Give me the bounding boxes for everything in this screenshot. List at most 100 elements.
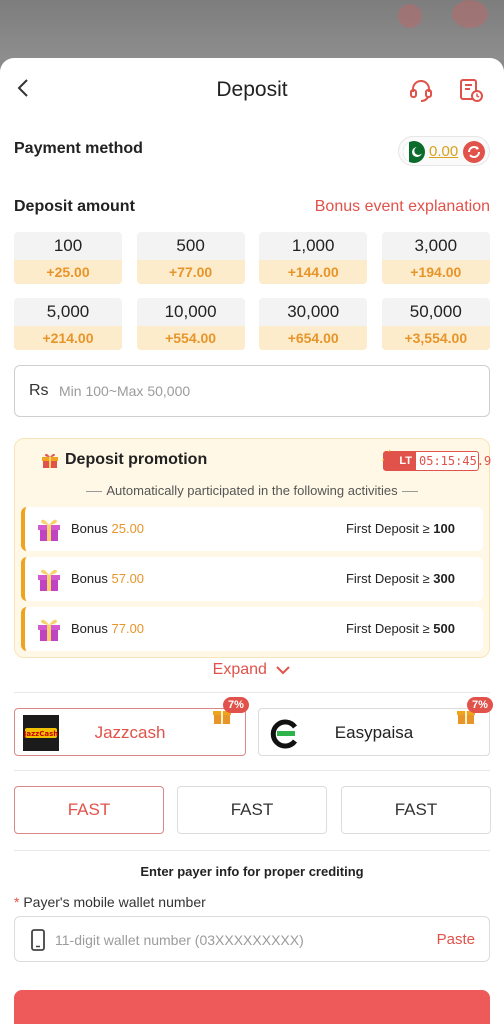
- amount-grid-row-1: 100 +25.00 500 +77.00 1,000 +144.00 3,000 +1…: [14, 232, 490, 284]
- promotion-title: Deposit promotion: [65, 451, 208, 468]
- gift-icon: [42, 453, 58, 468]
- channel-easypaisa[interactable]: Easypaisa 7%: [258, 697, 493, 756]
- lt-tag: LT: [384, 452, 416, 470]
- payment-method-row: Payment method 0.00: [14, 136, 490, 168]
- history-icon[interactable]: [458, 77, 484, 103]
- deposit-amount-label: Deposit amount: [14, 198, 135, 215]
- bonus-value: 77.00: [111, 621, 145, 636]
- bonus-value: 25.00: [111, 521, 145, 536]
- amount-value: 500: [176, 236, 205, 255]
- pakistan-flag-icon: [403, 141, 425, 163]
- amount-option[interactable]: 50,000 +3,554.00: [381, 298, 490, 350]
- amount-value: 50,000: [409, 302, 462, 321]
- bonus-event-link[interactable]: Bonus event explanation: [315, 198, 490, 216]
- balance-pill: 0.00: [398, 136, 490, 166]
- bonus-label: Bonus: [71, 571, 108, 586]
- wallet-placeholder: 11-digit wallet number (03XXXXXXXXX): [55, 932, 304, 948]
- amount-value: 1,000: [291, 236, 335, 255]
- amount-bonus: +3,554.00: [381, 326, 490, 350]
- condition-threshold: 500: [433, 621, 455, 636]
- payer-info-hint: Enter payer info for proper crediting: [140, 864, 364, 879]
- promotion-item: Bonus 25.00 First Deposit ≥ 100: [21, 507, 483, 551]
- condition-text: First Deposit ≥: [345, 571, 430, 586]
- amount-value: 100: [53, 236, 83, 255]
- condition-threshold: 100: [433, 521, 455, 536]
- promotion-bonus: Bonus 57.00: [71, 571, 144, 586]
- channel-jazzcash[interactable]: JazzCash Jazzcash 7%: [14, 697, 249, 756]
- promotion-subtitle-text: Automatically participated in the follow…: [106, 483, 398, 498]
- gift-box-icon: [38, 569, 60, 591]
- amount-bonus: +77.00: [136, 260, 245, 284]
- amount-bonus: +194.00: [381, 260, 490, 284]
- expand-label: Expand: [212, 661, 267, 678]
- amount-option[interactable]: 5,000 +214.00: [14, 298, 122, 350]
- phone-icon: [31, 929, 45, 951]
- promotion-item: Bonus 77.00 First Deposit ≥ 500: [21, 607, 483, 651]
- headset-icon[interactable]: [408, 77, 434, 103]
- wallet-number-input[interactable]: 11-digit wallet number (03XXXXXXXXX) Pas…: [14, 916, 490, 962]
- submit-button[interactable]: [14, 990, 490, 1024]
- promotion-condition: First Deposit ≥ 300: [346, 571, 455, 586]
- amount-value: 5,000: [46, 302, 90, 321]
- condition-threshold: 300: [433, 571, 455, 586]
- channel-name: Easypaisa: [334, 723, 414, 742]
- timer-value: 05:15:45.9: [419, 454, 492, 468]
- wallet-number-label: * Payer's mobile wallet number: [14, 894, 206, 910]
- deposit-promotion-card: Deposit promotion LT 05:15:45.9 Automati…: [14, 438, 491, 658]
- amount-value: 10,000: [164, 302, 217, 321]
- promotion-condition: First Deposit ≥ 100: [346, 521, 455, 536]
- bonus-percent: 7%: [467, 697, 493, 713]
- amount-bonus: +214.00: [14, 326, 122, 350]
- paste-button[interactable]: Paste: [437, 931, 475, 948]
- currency-label: Rs: [29, 382, 49, 399]
- bonus-value: 57.00: [111, 571, 145, 586]
- bonus-label: Bonus: [71, 521, 108, 536]
- amount-grid-row-2: 5,000 +214.00 10,000 +554.00 30,000 +654.00…: [14, 298, 490, 350]
- divider-line: [401, 491, 418, 493]
- promotion-subtitle: Automatically participated in the follow…: [15, 483, 489, 498]
- required-mark: *: [14, 894, 20, 910]
- amount-value: 30,000: [287, 302, 340, 321]
- amount-bonus: +144.00: [259, 260, 368, 284]
- divider-line: [86, 491, 103, 493]
- payment-method-label: Payment method: [14, 140, 143, 157]
- wallet-label-text: Payer's mobile wallet number: [23, 894, 206, 910]
- condition-text: First Deposit ≥: [345, 521, 430, 536]
- amount-bonus: +554.00: [136, 326, 245, 350]
- amount-input[interactable]: Rs Min 100~Max 50,000: [14, 365, 490, 417]
- bonus-label: Bonus: [71, 621, 108, 636]
- gift-box-icon: [38, 619, 60, 641]
- divider: [14, 692, 490, 693]
- speed-option[interactable]: FAST: [341, 786, 491, 834]
- bonus-percent: 7%: [223, 697, 249, 713]
- chevron-down-icon: [276, 666, 291, 675]
- divider: [14, 850, 490, 851]
- amount-option[interactable]: 500 +77.00: [136, 232, 245, 284]
- background-icon: [452, 0, 488, 28]
- amount-bonus: +25.00: [14, 260, 122, 284]
- speed-option[interactable]: FAST: [177, 786, 327, 834]
- amount-placeholder: Min 100~Max 50,000: [59, 383, 191, 399]
- header: Deposit: [0, 58, 504, 124]
- promotion-condition: First Deposit ≥ 500: [346, 621, 455, 636]
- gift-box-icon: [38, 519, 60, 541]
- amount-option[interactable]: 10,000 +554.00: [136, 298, 245, 350]
- deposit-amount-row: Deposit amount Bonus event explanation: [14, 198, 490, 222]
- amount-option[interactable]: 1,000 +144.00: [259, 232, 368, 284]
- amount-option[interactable]: 100 +25.00: [14, 232, 122, 284]
- limited-time-timer: LT 05:15:45.9: [382, 449, 491, 471]
- amount-option[interactable]: 30,000 +654.00: [259, 298, 368, 350]
- deposit-sheet: Deposit Payment method 0.00 Deposit amou…: [0, 58, 504, 1024]
- divider: [14, 770, 490, 771]
- amount-option[interactable]: 3,000 +194.00: [381, 232, 490, 284]
- amount-bonus: +654.00: [259, 326, 368, 350]
- expand-button[interactable]: Expand: [0, 661, 504, 679]
- background-icon: [398, 4, 422, 28]
- promotion-item: Bonus 57.00 First Deposit ≥ 300: [21, 557, 483, 601]
- speed-option[interactable]: FAST: [14, 786, 164, 834]
- channel-name: Jazzcash: [94, 723, 166, 742]
- dimmed-background: [0, 0, 504, 60]
- refresh-icon[interactable]: [463, 141, 485, 163]
- bonus-badge: 7%: [455, 697, 495, 725]
- condition-text: First Deposit ≥: [345, 621, 430, 636]
